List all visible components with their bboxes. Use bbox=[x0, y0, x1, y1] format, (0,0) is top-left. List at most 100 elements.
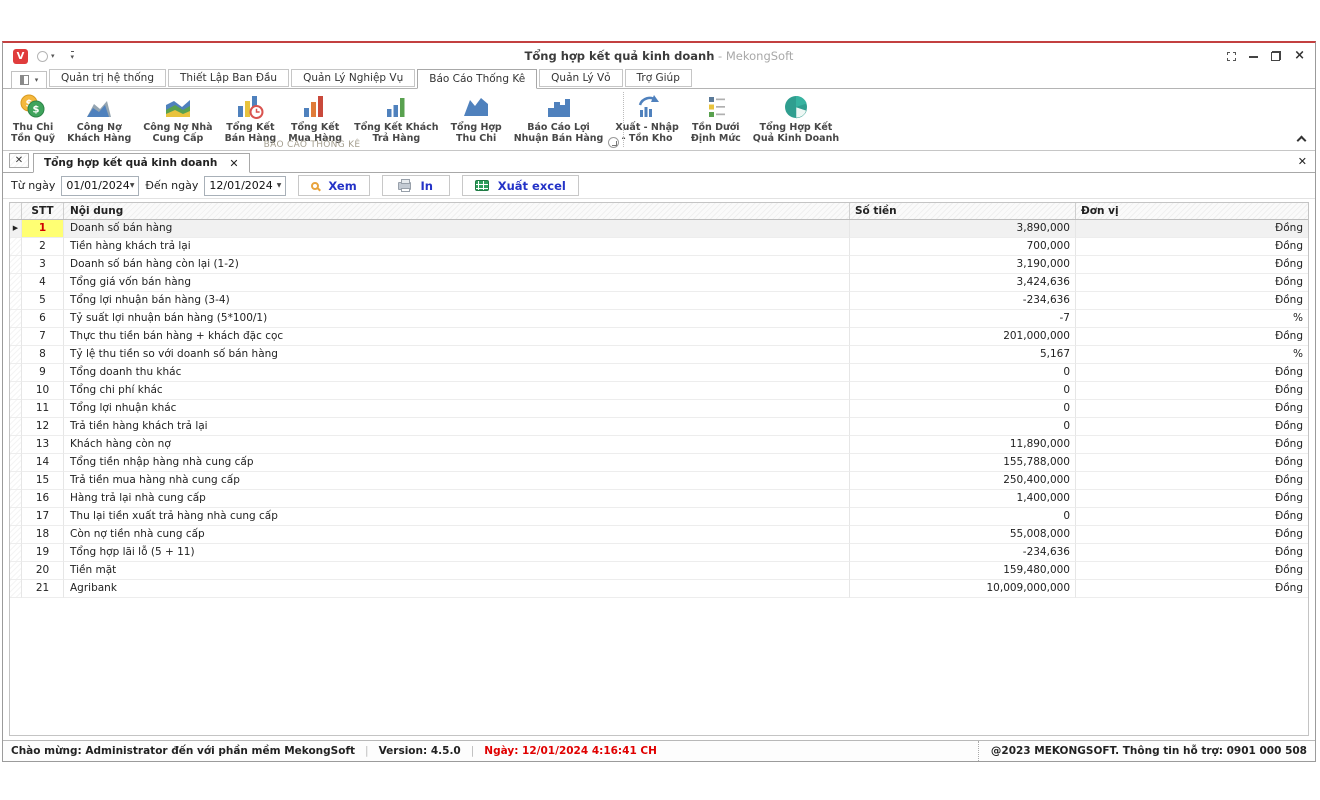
cell-content: Doanh số bán hàng còn lại (1-2) bbox=[64, 256, 850, 274]
cell-unit: Đồng bbox=[1076, 364, 1308, 382]
cell-amount: 11,890,000 bbox=[850, 436, 1076, 454]
table-row[interactable]: 8Tỷ lệ thu tiền so với doanh số bán hàng… bbox=[10, 346, 1308, 364]
table-row[interactable]: 9Tổng doanh thu khác0Đồng bbox=[10, 364, 1308, 382]
header-content[interactable]: Nội dung bbox=[64, 203, 850, 219]
cell-unit: Đồng bbox=[1076, 508, 1308, 526]
ribbon-item[interactable]: Tổng KếtMua Hàng bbox=[282, 91, 348, 146]
layered-area-chart-icon bbox=[163, 92, 193, 122]
pane-icon bbox=[20, 75, 29, 85]
menu-tab[interactable]: Quản trị hệ thống bbox=[49, 69, 166, 87]
table-row[interactable]: 3Doanh số bán hàng còn lại (1-2)3,190,00… bbox=[10, 256, 1308, 274]
table-row[interactable]: 2Tiền hàng khách trả lại700,000Đồng bbox=[10, 238, 1308, 256]
minimize-icon[interactable] bbox=[1249, 55, 1258, 58]
table-row[interactable]: 15Trả tiền mua hàng nhà cung cấp250,400,… bbox=[10, 472, 1308, 490]
toolbar-customize-icon[interactable]: ▾ bbox=[71, 51, 75, 61]
print-button[interactable]: In bbox=[382, 175, 450, 196]
cell-stt: 8 bbox=[22, 346, 64, 364]
export-excel-button[interactable]: Xuất excel bbox=[462, 175, 579, 196]
row-indicator bbox=[10, 256, 22, 274]
cell-stt: 13 bbox=[22, 436, 64, 454]
menu-tab[interactable]: Quản Lý Vỏ bbox=[539, 69, 622, 87]
ribbon-item[interactable]: Tổng HợpThu Chi bbox=[445, 91, 508, 146]
ribbon-item[interactable]: Công NợKhách Hàng bbox=[61, 91, 137, 146]
row-indicator bbox=[10, 346, 22, 364]
ribbon-item[interactable]: Tổng Kết KháchTrả Hàng bbox=[348, 91, 444, 146]
cell-unit: Đồng bbox=[1076, 454, 1308, 472]
table-row[interactable]: ▶1Doanh số bán hàng3,890,000Đồng bbox=[10, 220, 1308, 238]
cell-stt: 21 bbox=[22, 580, 64, 598]
title-bar: V ▾ ▾ Tổng hợp kết quả kinh doanh - Meko… bbox=[3, 43, 1315, 69]
cell-amount: 0 bbox=[850, 508, 1076, 526]
table-row[interactable]: 13Khách hàng còn nợ11,890,000Đồng bbox=[10, 436, 1308, 454]
cell-amount: 201,000,000 bbox=[850, 328, 1076, 346]
cell-amount: 1,400,000 bbox=[850, 490, 1076, 508]
table-row[interactable]: 6Tỷ suất lợi nhuận bán hàng (5*100/1)-7% bbox=[10, 310, 1308, 328]
app-window: V ▾ ▾ Tổng hợp kết quả kinh doanh - Meko… bbox=[2, 41, 1316, 762]
table-row[interactable]: 10Tổng chi phí khác0Đồng bbox=[10, 382, 1308, 400]
table-row[interactable]: 20Tiền mặt159,480,000Đồng bbox=[10, 562, 1308, 580]
ribbon-item[interactable]: Công Nợ NhàCung Cấp bbox=[137, 91, 218, 146]
table-row[interactable]: 17Thu lại tiền xuất trả hàng nhà cung cấ… bbox=[10, 508, 1308, 526]
cell-amount: -234,636 bbox=[850, 544, 1076, 562]
table-row[interactable]: 11Tổng lợi nhuận khác0Đồng bbox=[10, 400, 1308, 418]
row-indicator bbox=[10, 310, 22, 328]
document-tab[interactable]: Tổng hợp kết quả kinh doanh ✕ bbox=[33, 153, 250, 173]
to-date-picker[interactable]: 12/01/2024 ▼ bbox=[204, 176, 286, 196]
ribbon-item[interactable]: Báo Cáo LợiNhuận Bán Hàng bbox=[508, 91, 610, 146]
cell-content: Thực thu tiền bán hàng + khách đặc cọc bbox=[64, 328, 850, 346]
ribbon-collapse-icon[interactable] bbox=[1297, 136, 1307, 146]
table-row[interactable]: 5Tổng lợi nhuận bán hàng (3-4)-234,636Đồ… bbox=[10, 292, 1308, 310]
header-stt[interactable]: STT bbox=[22, 203, 64, 219]
cell-content: Thu lại tiền xuất trả hàng nhà cung cấp bbox=[64, 508, 850, 526]
table-row[interactable]: 19Tổng hợp lãi lỗ (5 + 11)-234,636Đồng bbox=[10, 544, 1308, 562]
menu-tab[interactable]: Thiết Lập Ban Đầu bbox=[168, 69, 289, 87]
tab-close-icon[interactable]: ✕ bbox=[229, 157, 238, 170]
table-row[interactable]: 18Còn nợ tiền nhà cung cấp55,008,000Đồng bbox=[10, 526, 1308, 544]
ribbon-item[interactable]: Xuất - Nhập- Tồn Kho bbox=[609, 91, 685, 146]
cell-stt: 17 bbox=[22, 508, 64, 526]
table-row[interactable]: 7Thực thu tiền bán hàng + khách đặc cọc2… bbox=[10, 328, 1308, 346]
cell-amount: -234,636 bbox=[850, 292, 1076, 310]
menu-tab[interactable]: Quản Lý Nghiệp Vụ bbox=[291, 69, 415, 87]
cell-content: Khách hàng còn nợ bbox=[64, 436, 850, 454]
quick-access-circle-icon[interactable] bbox=[37, 51, 48, 62]
menu-tab[interactable]: Trợ Giúp bbox=[625, 69, 692, 87]
window-layout-button[interactable]: ▾ bbox=[11, 71, 47, 89]
cell-content: Agribank bbox=[64, 580, 850, 598]
ribbon-item[interactable]: Tổng Hợp KếtQuả Kinh Doanh bbox=[747, 91, 845, 146]
table-row[interactable]: 4Tổng giá vốn bán hàng3,424,636Đồng bbox=[10, 274, 1308, 292]
close-icon[interactable]: × bbox=[1294, 51, 1305, 61]
menu-tab[interactable]: Báo Cáo Thống Kê bbox=[417, 69, 537, 89]
window-title: Tổng hợp kết quả kinh doanh - MekongSoft bbox=[3, 49, 1315, 63]
cell-unit: Đồng bbox=[1076, 292, 1308, 310]
table-row[interactable]: 21Agribank10,009,000,000Đồng bbox=[10, 580, 1308, 598]
cell-unit: Đồng bbox=[1076, 220, 1308, 238]
header-amount[interactable]: Số tiền bbox=[850, 203, 1076, 219]
from-date-picker[interactable]: 01/01/2024 ▼ bbox=[61, 176, 139, 196]
cell-amount: 155,788,000 bbox=[850, 454, 1076, 472]
cell-content: Tổng chi phí khác bbox=[64, 382, 850, 400]
group-dialog-launcher-icon[interactable] bbox=[608, 137, 619, 148]
list-icon bbox=[701, 92, 731, 122]
ribbon-item[interactable]: Tồn DướiĐịnh Mức bbox=[685, 91, 747, 146]
cell-stt: 4 bbox=[22, 274, 64, 292]
header-unit[interactable]: Đơn vị bbox=[1076, 203, 1308, 219]
quick-access-dropdown-icon[interactable]: ▾ bbox=[51, 52, 55, 60]
cell-unit: Đồng bbox=[1076, 256, 1308, 274]
status-date-text: Ngày: 12/01/2024 4:16:41 CH bbox=[484, 745, 657, 757]
table-row[interactable]: 16Hàng trả lại nhà cung cấp1,400,000Đồng bbox=[10, 490, 1308, 508]
chevron-down-icon: ▼ bbox=[130, 182, 135, 189]
grid-header-row: STT Nội dung Số tiền Đơn vị bbox=[10, 203, 1308, 220]
cell-stt: 7 bbox=[22, 328, 64, 346]
view-button[interactable]: Xem bbox=[298, 175, 369, 196]
ribbon-item[interactable]: $$Thu ChiTồn Quỹ bbox=[5, 91, 61, 146]
restore-icon[interactable] bbox=[1271, 51, 1281, 61]
ribbon-item[interactable]: Tổng KếtBán Hàng bbox=[219, 91, 283, 146]
table-row[interactable]: 12Trả tiền hàng khách trả lại0Đồng bbox=[10, 418, 1308, 436]
to-date-value: 12/01/2024 bbox=[209, 179, 272, 192]
table-row[interactable]: 14Tổng tiền nhập hàng nhà cung cấp155,78… bbox=[10, 454, 1308, 472]
close-document-icon[interactable]: ✕ bbox=[1298, 155, 1307, 168]
close-all-tabs-button[interactable]: ✕ bbox=[9, 153, 29, 168]
fullscreen-icon[interactable] bbox=[1227, 52, 1236, 61]
header-indicator-cell bbox=[10, 203, 22, 219]
